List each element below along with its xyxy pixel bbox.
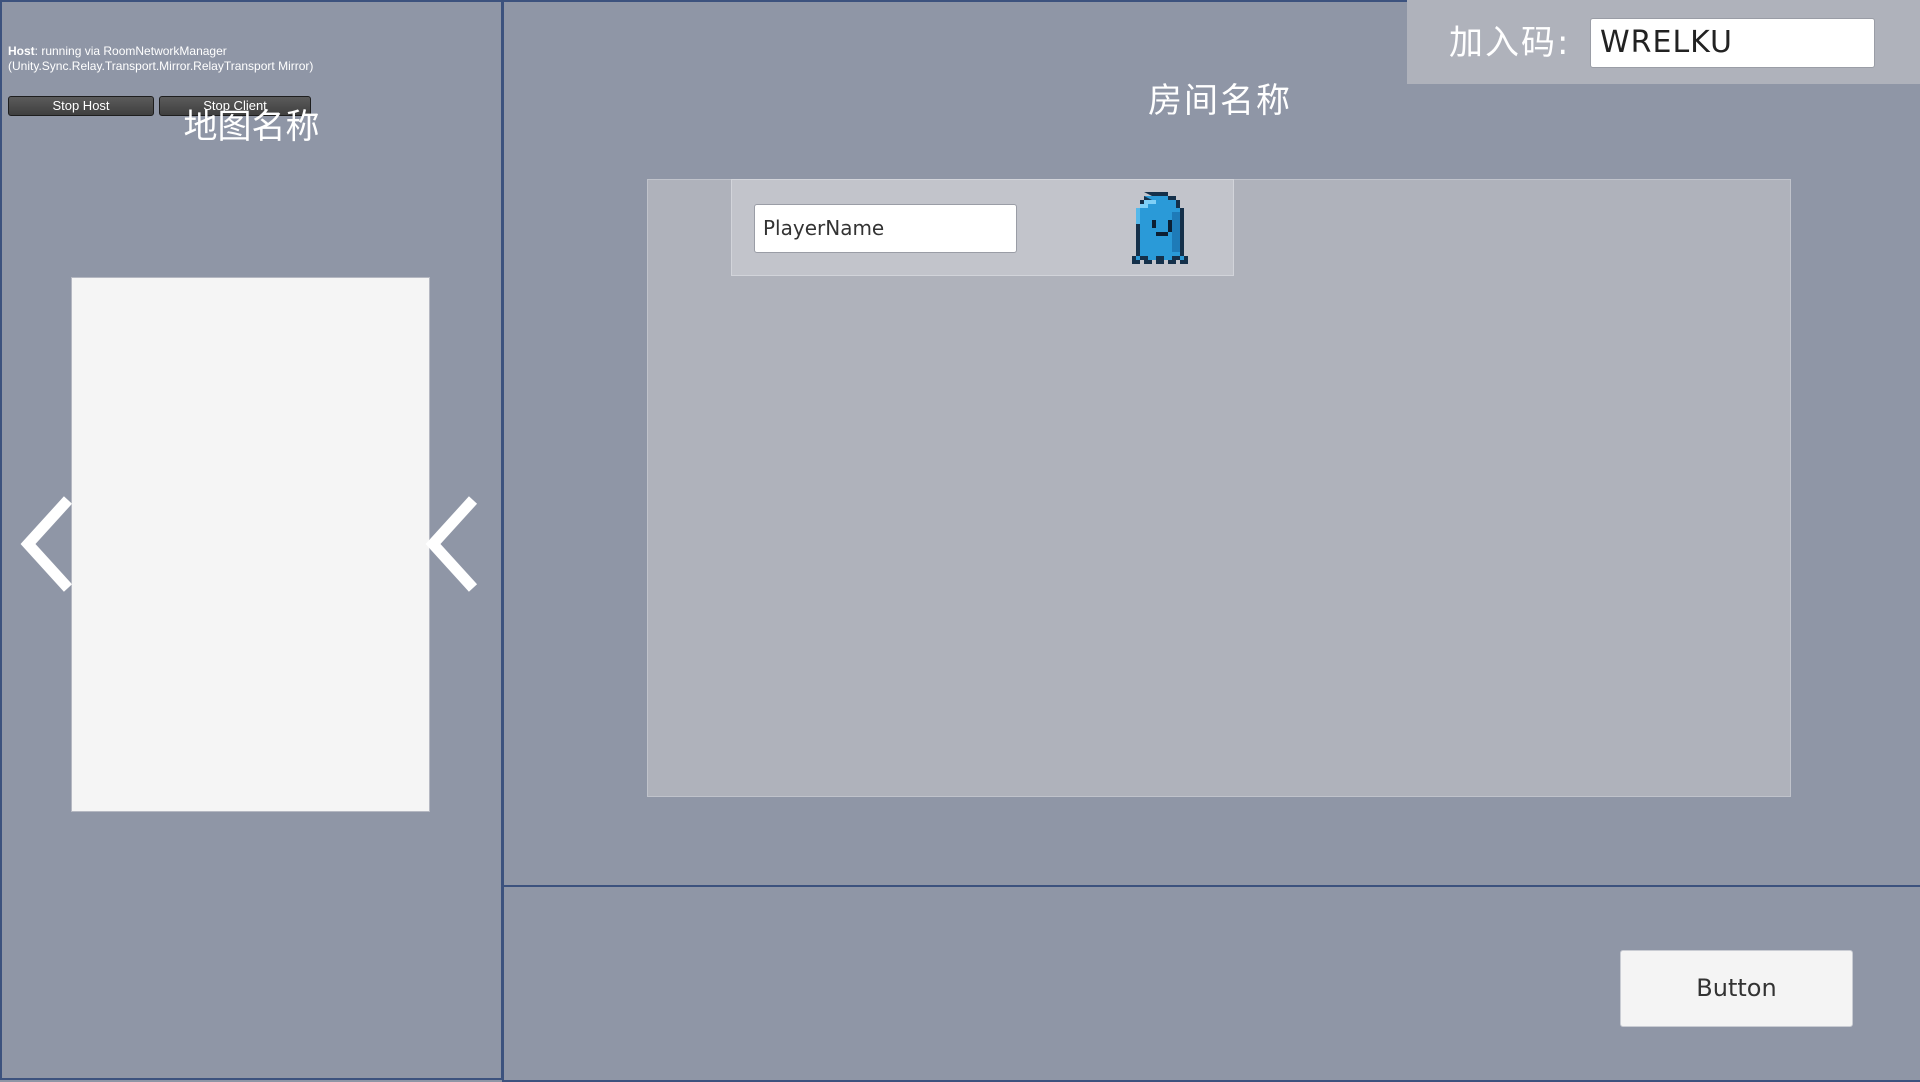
chevron-left-icon[interactable] (20, 494, 78, 594)
join-code-box: 加入码: WRELKU (1407, 0, 1920, 84)
room-name-title: 房间名称 (1148, 81, 1292, 121)
host-status-text: : running via RoomNetworkManager (Unity.… (8, 44, 314, 73)
map-preview-image (71, 277, 430, 812)
action-button[interactable]: Button (1620, 950, 1853, 1027)
host-label: Host (8, 44, 35, 58)
network-debug-info: Host: running via RoomNetworkManager (Un… (8, 44, 318, 74)
blue-ghost-icon (1132, 192, 1188, 264)
player-card: PlayerName (731, 179, 1234, 276)
join-code-field[interactable]: WRELKU (1590, 18, 1875, 68)
map-name-title: 地图名称 (183, 107, 320, 147)
join-code-label: 加入码: (1449, 23, 1571, 63)
player-name-input[interactable]: PlayerName (754, 204, 1017, 253)
chevron-left-icon[interactable] (425, 494, 483, 594)
